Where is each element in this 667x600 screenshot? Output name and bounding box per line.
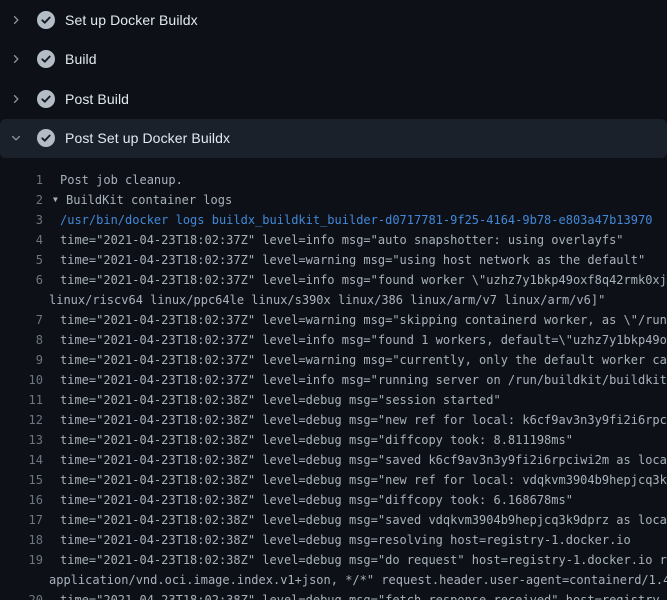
log-line: 17 time="2021-04-23T18:02:38Z" level=debu… <box>0 510 667 530</box>
line-number[interactable]: 4 <box>0 230 43 250</box>
log-text: /usr/bin/docker logs buildx_buildkit_bui… <box>60 210 652 230</box>
log-line: 16 time="2021-04-23T18:02:38Z" level=debu… <box>0 490 667 510</box>
line-number[interactable]: 1 <box>0 170 43 190</box>
line-number[interactable]: 17 <box>0 510 43 530</box>
log-text: time="2021-04-23T18:02:38Z" level=debug … <box>60 450 667 470</box>
group-toggle-icon[interactable]: ▼ <box>53 190 63 210</box>
log-line: 5 time="2021-04-23T18:02:37Z" level=warni… <box>0 250 667 270</box>
chevron-right-icon <box>9 51 23 67</box>
check-circle-icon <box>37 11 55 29</box>
log-line-command: 3/usr/bin/docker logs buildx_buildkit_bu… <box>0 210 667 230</box>
line-number[interactable]: 13 <box>0 430 43 450</box>
log-text: time="2021-04-23T18:02:37Z" level=info m… <box>60 230 624 250</box>
chevron-right-icon <box>9 91 23 107</box>
log-line: 12 time="2021-04-23T18:02:38Z" level=debu… <box>0 410 667 430</box>
line-number <box>0 290 43 310</box>
log-text: time="2021-04-23T18:02:38Z" level=debug … <box>60 410 667 430</box>
log-output: 1 Post job cleanup. 2 ▼BuildKit container l… <box>0 158 667 600</box>
step-row-post-build[interactable]: Post Build <box>0 79 667 119</box>
step-title: Build <box>65 51 97 67</box>
line-number[interactable]: 15 <box>0 470 43 490</box>
log-line: 10 time="2021-04-23T18:02:37Z" level=info… <box>0 370 667 390</box>
log-text: BuildKit container logs <box>66 190 232 210</box>
log-line: 15 time="2021-04-23T18:02:38Z" level=debu… <box>0 470 667 490</box>
check-circle-icon <box>37 129 55 147</box>
log-text: time="2021-04-23T18:02:38Z" level=debug … <box>60 430 573 450</box>
log-line: 20 time="2021-04-23T18:02:38Z" level=debu… <box>0 590 667 600</box>
log-line: 18 time="2021-04-23T18:02:38Z" level=debu… <box>0 530 667 550</box>
log-line: 4 time="2021-04-23T18:02:37Z" level=info … <box>0 230 667 250</box>
log-text: time="2021-04-23T18:02:38Z" level=debug … <box>60 510 667 530</box>
log-line: 2 ▼BuildKit container logs <box>0 190 667 210</box>
log-text: time="2021-04-23T18:02:38Z" level=debug … <box>60 530 631 550</box>
line-number <box>0 570 43 590</box>
step-row-build[interactable]: Build <box>0 40 667 80</box>
line-number[interactable]: 2 <box>0 190 43 210</box>
log-text: time="2021-04-23T18:02:38Z" level=debug … <box>60 390 501 410</box>
log-line: 13 time="2021-04-23T18:02:38Z" level=debu… <box>0 430 667 450</box>
line-number[interactable]: 14 <box>0 450 43 470</box>
step-title: Post Set up Docker Buildx <box>65 130 230 146</box>
log-line: 11 time="2021-04-23T18:02:38Z" level=debu… <box>0 390 667 410</box>
step-title: Set up Docker Buildx <box>65 12 198 28</box>
step-row-set-up-docker-buildx[interactable]: Set up Docker Buildx <box>0 0 667 40</box>
log-line: 7 time="2021-04-23T18:02:37Z" level=warni… <box>0 310 667 330</box>
log-text: time="2021-04-23T18:02:38Z" level=debug … <box>60 470 667 490</box>
log-line: 14 time="2021-04-23T18:02:38Z" level=debu… <box>0 450 667 470</box>
line-number[interactable]: 19 <box>0 550 43 570</box>
log-text: Post job cleanup. <box>60 170 183 190</box>
log-line: linux/riscv64 linux/ppc64le linux/s390x … <box>0 290 667 310</box>
line-number[interactable]: 3 <box>0 210 43 230</box>
line-number[interactable]: 18 <box>0 530 43 550</box>
log-line: application/vnd.oci.image.index.v1+json,… <box>0 570 667 590</box>
log-text: time="2021-04-23T18:02:37Z" level=warnin… <box>60 310 667 330</box>
log-text: time="2021-04-23T18:02:37Z" level=info m… <box>60 270 667 290</box>
line-number[interactable]: 9 <box>0 350 43 370</box>
log-line: 8 time="2021-04-23T18:02:37Z" level=info … <box>0 330 667 350</box>
log-line: 6 time="2021-04-23T18:02:37Z" level=info … <box>0 270 667 290</box>
log-text: application/vnd.oci.image.index.v1+json,… <box>49 570 667 590</box>
log-text: time="2021-04-23T18:02:38Z" level=debug … <box>60 550 667 570</box>
log-text: time="2021-04-23T18:02:37Z" level=info m… <box>60 370 667 390</box>
step-row-post-set-up-docker-buildx[interactable]: Post Set up Docker Buildx <box>0 119 667 159</box>
step-list: Set up Docker Buildx Build Post Build Po… <box>0 0 667 158</box>
line-number[interactable]: 7 <box>0 310 43 330</box>
chevron-right-icon <box>9 12 23 28</box>
line-number[interactable]: 11 <box>0 390 43 410</box>
line-number[interactable]: 12 <box>0 410 43 430</box>
log-line: 19 time="2021-04-23T18:02:38Z" level=debu… <box>0 550 667 570</box>
line-number[interactable]: 8 <box>0 330 43 350</box>
log-line: 1 Post job cleanup. <box>0 170 667 190</box>
line-number[interactable]: 10 <box>0 370 43 390</box>
check-circle-icon <box>37 90 55 108</box>
log-text: time="2021-04-23T18:02:38Z" level=debug … <box>60 490 573 510</box>
line-number[interactable]: 16 <box>0 490 43 510</box>
log-text: time="2021-04-23T18:02:37Z" level=warnin… <box>60 350 667 370</box>
log-text: time="2021-04-23T18:02:37Z" level=info m… <box>60 330 667 350</box>
line-number[interactable]: 5 <box>0 250 43 270</box>
step-title: Post Build <box>65 91 129 107</box>
check-circle-icon <box>37 50 55 68</box>
log-text: time="2021-04-23T18:02:38Z" level=debug … <box>60 590 667 600</box>
log-line: 9 time="2021-04-23T18:02:37Z" level=warni… <box>0 350 667 370</box>
line-number[interactable]: 6 <box>0 270 43 290</box>
log-text: time="2021-04-23T18:02:37Z" level=warnin… <box>60 250 645 270</box>
line-number[interactable]: 20 <box>0 590 43 600</box>
log-text: linux/riscv64 linux/ppc64le linux/s390x … <box>49 290 605 310</box>
chevron-down-icon <box>9 130 23 146</box>
